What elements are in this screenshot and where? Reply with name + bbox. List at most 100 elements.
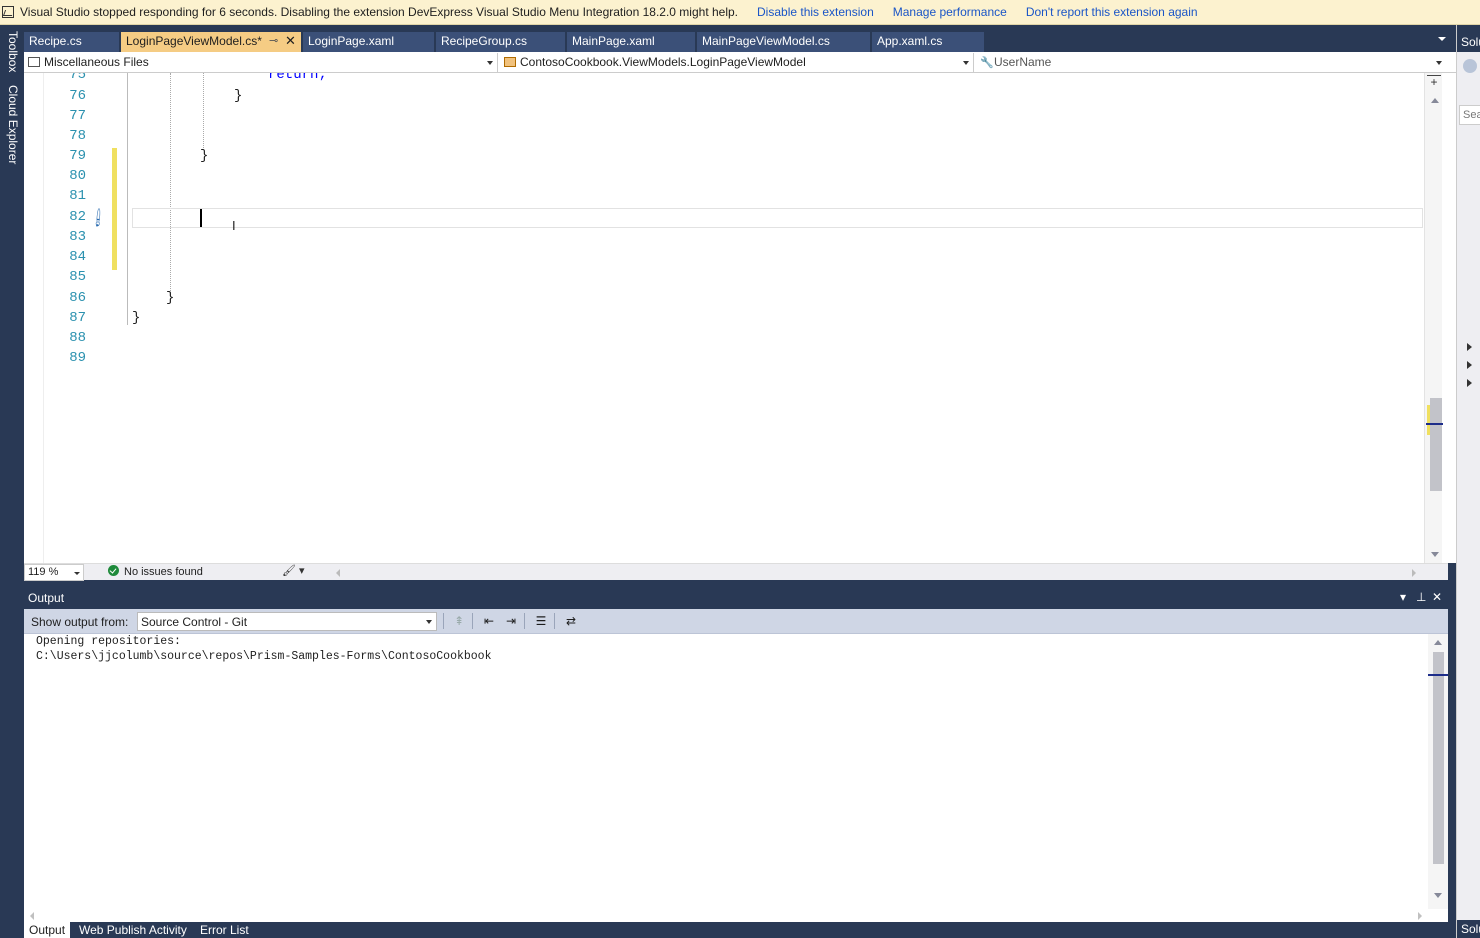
expand-arrow-icon[interactable] (1467, 361, 1472, 369)
solution-search-input[interactable]: Sea (1459, 105, 1480, 125)
chevron-down-icon (963, 61, 969, 65)
editor-margin (24, 73, 44, 563)
clear-all-icon[interactable]: ☰ (532, 613, 550, 629)
tab-label: MainPage.xaml (572, 34, 655, 48)
disable-extension-link[interactable]: Disable this extension (757, 5, 874, 19)
cloud-explorer-tab[interactable]: Cloud Explorer (2, 85, 20, 164)
solution-explorer-header[interactable]: Solu (1457, 25, 1480, 52)
scroll-left-icon[interactable] (336, 569, 340, 577)
issues-text: No issues found (124, 566, 203, 578)
line-number: 84 (69, 249, 86, 265)
scroll-right-icon[interactable] (1412, 569, 1416, 577)
tab-label: MainPageViewModel.cs (702, 34, 830, 48)
scroll-right-icon[interactable] (1418, 912, 1422, 920)
scroll-up-icon[interactable] (1434, 640, 1442, 645)
quick-action-brush-icon[interactable]: 🖌 (87, 207, 110, 230)
output-panel-header: Output ▾ ⊥ ✕ (24, 588, 1448, 609)
toolbar-separator (554, 613, 555, 629)
expand-arrow-icon[interactable] (1467, 379, 1472, 387)
solution-explorer-footer-tab[interactable]: Solu (1457, 920, 1480, 938)
output-text-area[interactable]: Opening repositories: C:\Users\jjcolumb\… (24, 634, 1448, 909)
caret-position-marker (1426, 423, 1443, 425)
split-window-icon[interactable]: + (1427, 75, 1441, 89)
editor-horizontal-scrollbar[interactable] (334, 567, 1424, 578)
line-number: 78 (69, 128, 86, 144)
tab-error-list[interactable]: Error List (195, 922, 254, 938)
tab-overflow-dropdown-icon[interactable] (1438, 37, 1446, 41)
pin-icon[interactable]: ⊥ (1416, 590, 1426, 604)
code-line-75: return; (268, 73, 327, 83)
zoom-value: 119 % (28, 566, 59, 578)
toolbox-tab[interactable]: Toolbox (2, 31, 20, 72)
pin-icon[interactable]: ⊸ (269, 34, 278, 47)
line-number: 76 (69, 88, 86, 104)
output-toolbar: Show output from: Source Control - Git ⇞… (24, 609, 1448, 634)
tab-recipe-cs[interactable]: Recipe.cs (24, 32, 119, 52)
code-editor[interactable]: 75 76 77 78 79 80 81 82 83 84 85 86 87 8… (24, 73, 1456, 563)
tab-output[interactable]: Output (24, 922, 71, 938)
tab-mainpage-xaml[interactable]: MainPage.xaml (567, 32, 695, 52)
line-number: 79 (69, 148, 86, 164)
show-output-label: Show output from: (31, 615, 129, 629)
project-dropdown[interactable]: Miscellaneous Files (24, 53, 498, 72)
dont-report-link[interactable]: Don't report this extension again (1026, 5, 1198, 19)
go-to-next-message-icon[interactable]: ⇥ (502, 613, 520, 629)
go-to-previous-message-icon[interactable]: ⇤ (480, 613, 498, 629)
scroll-thumb[interactable] (1430, 398, 1442, 491)
issues-indicator[interactable]: No issues found (108, 565, 203, 578)
tab-label: LoginPage.xaml (308, 34, 395, 48)
line-number: 87 (69, 310, 86, 326)
indent-guide (127, 73, 128, 325)
class-icon (504, 57, 516, 67)
editor-vertical-scrollbar[interactable]: + (1424, 73, 1443, 563)
left-tool-strip: Toolbox Cloud Explorer (0, 25, 24, 938)
text-caret (200, 209, 202, 227)
code-line-79: } (200, 148, 209, 164)
tab-label: RecipeGroup.cs (441, 34, 528, 48)
scroll-up-icon[interactable] (1431, 98, 1439, 103)
close-icon[interactable]: ✕ (285, 33, 296, 49)
scroll-down-icon[interactable] (1434, 893, 1442, 898)
type-dropdown[interactable]: ContosoCookbook.ViewModels.LoginPageView… (500, 53, 974, 72)
scroll-left-icon[interactable] (30, 912, 34, 920)
panel-dropdown-icon[interactable]: ▾ (1400, 590, 1406, 604)
find-message-icon[interactable]: ⇞ (450, 613, 468, 629)
output-horizontal-scrollbar[interactable] (24, 909, 1448, 922)
code-cleanup-brush-icon[interactable]: 🖌 ▾ (282, 564, 305, 577)
tab-web-publish-activity[interactable]: Web Publish Activity (74, 922, 192, 938)
solution-explorer-strip: Solu Sea Solu (1456, 25, 1480, 938)
close-icon[interactable]: ✕ (1432, 590, 1442, 604)
project-label: Miscellaneous Files (44, 55, 149, 69)
toggle-word-wrap-icon[interactable]: ⇄ (562, 613, 580, 629)
toolbar-separator (524, 613, 525, 629)
tab-loginpage-xaml[interactable]: LoginPage.xaml (303, 32, 434, 52)
indent-guide (203, 73, 204, 148)
scroll-thumb[interactable] (1433, 652, 1444, 864)
member-dropdown[interactable]: 🔧UserName (976, 53, 1446, 72)
tab-app-xaml-cs[interactable]: App.xaml.cs (872, 32, 984, 52)
toolbar-separator (443, 613, 444, 629)
document-tab-bar: Recipe.cs LoginPageViewModel.cs* ⊸ ✕ Log… (24, 25, 1456, 52)
scroll-down-icon[interactable] (1431, 552, 1439, 557)
tab-recipegroup-cs[interactable]: RecipeGroup.cs (436, 32, 565, 52)
current-line-highlight (132, 208, 1423, 228)
tool-window-tab-bar: Output Web Publish Activity Error List (24, 922, 1456, 938)
zoom-dropdown[interactable]: 119 % (24, 564, 84, 581)
type-label: ContosoCookbook.ViewModels.LoginPageView… (520, 55, 806, 69)
file-icon (28, 57, 40, 67)
code-line-76: } (234, 88, 243, 104)
editor-status-bar: 119 % No issues found 🖌 ▾ (24, 563, 1448, 581)
tab-mainpageviewmodel-cs[interactable]: MainPageViewModel.cs (697, 32, 870, 52)
info-bar: Visual Studio stopped responding for 6 s… (0, 0, 1480, 25)
info-bar-message: Visual Studio stopped responding for 6 s… (20, 5, 739, 19)
output-vertical-scrollbar[interactable] (1428, 634, 1448, 909)
tab-loginpageviewmodel-cs[interactable]: LoginPageViewModel.cs* ⊸ ✕ (121, 32, 301, 52)
expand-arrow-icon[interactable] (1467, 343, 1472, 351)
line-number: 82 (69, 209, 86, 225)
line-number: 75 (69, 73, 86, 83)
manage-performance-link[interactable]: Manage performance (893, 5, 1007, 19)
chevron-down-icon (426, 620, 432, 624)
output-source-dropdown[interactable]: Source Control - Git (137, 612, 437, 631)
back-icon[interactable] (1463, 59, 1477, 73)
indent-guide (170, 73, 171, 295)
